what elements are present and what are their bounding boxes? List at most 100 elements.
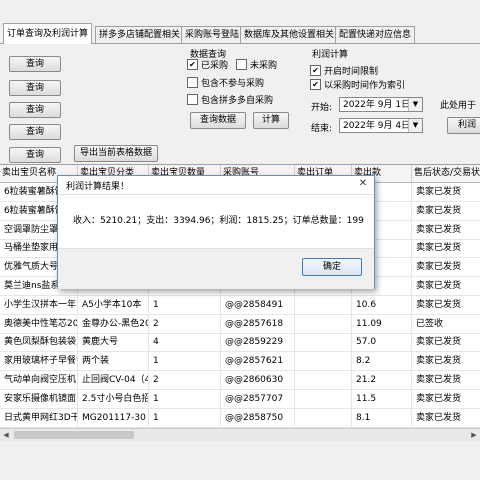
- checkbox-icon: [187, 77, 198, 88]
- include-pdd-self-checkbox[interactable]: 包含拼多多自采购: [187, 94, 273, 108]
- dialog-message: 收入：5210.21；支出：3394.96；利润：1815.25；订单总数量：1…: [73, 216, 364, 226]
- dropdown-arrow-icon[interactable]: ▼: [408, 98, 422, 111]
- cell-status: 卖家已发货: [412, 277, 480, 295]
- profit-button[interactable]: 利润: [447, 117, 480, 134]
- cell-spec: A5小学本10本: [78, 295, 149, 314]
- cell-order: [295, 389, 352, 408]
- enable-time-limit-checkbox[interactable]: ✔ 开启时间限制: [310, 65, 378, 79]
- enable-time-limit-label: 开启时间限制: [324, 67, 379, 77]
- cell-account: @@2858750: [221, 408, 295, 427]
- tab-bar: 订单查询及利润计算 拼多多店铺配置相关 采购账号登陆 数据库及其他设置相关 配置…: [0, 23, 480, 44]
- table-row[interactable]: 日式黄甲网红3D干 MG201117-30 1 @@2858750 8.1 卖家已发货: [0, 408, 480, 428]
- tab-order-query[interactable]: 订单查询及利润计算: [3, 23, 93, 44]
- close-icon[interactable]: ✕: [356, 178, 370, 190]
- table-row[interactable]: 家用玻璃杯子早餐 两个装 1 @@2857621 8.2 卖家已发货: [0, 352, 480, 372]
- cell-name: 家用玻璃杯子早餐: [0, 352, 78, 371]
- dropdown-arrow-icon[interactable]: ▼: [408, 119, 422, 132]
- header-status[interactable]: 售后状态/交易状态: [412, 165, 480, 182]
- purchased-label: 已采购: [201, 61, 229, 71]
- ok-button[interactable]: 确定: [302, 258, 362, 276]
- table-row[interactable]: 安家乐摄像机镜面 2.5寸小号白色招 1 @@2857707 11.5 卖家已发货: [0, 389, 480, 409]
- cell-order: [295, 333, 352, 352]
- bottom-panel: [0, 441, 480, 480]
- cell-status: 卖家已发货: [412, 352, 480, 370]
- cell-amount: 8.2: [352, 352, 412, 371]
- purchase-time-index-checkbox[interactable]: ✔ 以采购时间作为索引: [310, 79, 405, 93]
- cell-spec: 黄鹿大号: [78, 333, 149, 352]
- cell-name: 日式黄甲网红3D干: [0, 408, 78, 427]
- query-data-button[interactable]: 查询数据: [190, 112, 246, 129]
- checkbox-icon: [187, 94, 198, 105]
- cell-order: [295, 408, 352, 427]
- scroll-thumb[interactable]: [14, 431, 134, 439]
- purchased-checkbox[interactable]: ✔ 已采购: [187, 59, 228, 73]
- end-date-value: 2022年 9月 4日: [343, 121, 411, 131]
- cell-status: 卖家已发货: [412, 258, 480, 276]
- not-purchased-checkbox[interactable]: 未采购: [236, 59, 277, 73]
- cell-status: 已签收: [412, 315, 480, 333]
- cell-account: @@2859229: [221, 333, 295, 352]
- cell-status: 卖家已发货: [412, 409, 480, 427]
- cell-account: @@2857707: [221, 389, 295, 408]
- cell-status: 卖家已发货: [412, 183, 480, 201]
- end-date-label: 结束:: [311, 124, 333, 134]
- cell-name: 黄色凤梨酥包装袋: [0, 333, 78, 352]
- include-pdd-self-label: 包含拼多多自采购: [201, 96, 274, 106]
- profit-calc-title: 利润计算: [312, 50, 349, 60]
- tab-purchase-login[interactable]: 采购账号登陆: [181, 26, 244, 43]
- cell-status: 卖家已发货: [412, 239, 480, 257]
- cell-account: @@2860630: [221, 371, 295, 389]
- cell-status: 卖家已发货: [412, 333, 480, 351]
- end-date-picker[interactable]: 2022年 9月 4日 ▼: [339, 118, 423, 133]
- cell-name: 小学生汉拼本一年: [0, 295, 78, 314]
- dialog-titlebar: 利润计算结果！ ✕: [58, 176, 374, 195]
- query-button-2[interactable]: 查询: [9, 80, 61, 96]
- cell-spec: 止回阀CV-04（4: [78, 371, 149, 389]
- cell-account: @@2857618: [221, 314, 295, 333]
- cell-status: 卖家已发货: [412, 202, 480, 220]
- query-button-4[interactable]: 查询: [9, 124, 61, 140]
- table-row[interactable]: 奥德美中性笔芯20 金尊办公-黑色20 2 @@2857618 11.09 已签收: [0, 314, 480, 334]
- query-button-5[interactable]: 查询: [9, 147, 61, 163]
- cell-account: @@2858491: [221, 295, 295, 314]
- start-date-label: 开始:: [311, 103, 333, 113]
- start-date-picker[interactable]: 2022年 9月 1日 ▼: [339, 97, 423, 112]
- cell-qty: 4: [149, 333, 221, 352]
- cell-amount: 57.0: [352, 333, 412, 352]
- tab-express-config[interactable]: 配置快递对应信息: [335, 26, 416, 43]
- tab-database-settings[interactable]: 数据库及其他设置相关: [240, 26, 339, 43]
- cell-amount: 11.09: [352, 314, 412, 333]
- table-row[interactable]: 气动单向阀空压机 止回阀CV-04（4 2 @@2860630 21.2 卖家已发货: [0, 371, 480, 390]
- cell-account: @@2857621: [221, 352, 295, 371]
- table-row[interactable]: 小学生汉拼本一年 A5小学本10本 1 @@2858491 10.6 卖家已发货: [0, 295, 480, 315]
- table-row[interactable]: 黄色凤梨酥包装袋 黄鹿大号 4 @@2859229 57.0 卖家已发货: [0, 333, 480, 353]
- export-table-button[interactable]: 导出当前表格数据: [74, 145, 158, 162]
- query-button-3[interactable]: 查询: [9, 102, 61, 118]
- cell-qty: 2: [149, 371, 221, 389]
- cell-order: [295, 352, 352, 371]
- checkbox-icon: [236, 59, 247, 70]
- calculate-button[interactable]: 计算: [253, 112, 289, 129]
- cell-name: 气动单向阀空压机: [0, 371, 78, 389]
- include-non-purchase-label: 包含不参与采购: [201, 79, 265, 89]
- cell-status: 卖家已发货: [412, 296, 480, 314]
- include-non-purchase-checkbox[interactable]: 包含不参与采购: [187, 77, 264, 91]
- horizontal-scrollbar[interactable]: ◀ ▶: [0, 428, 480, 442]
- query-button-1[interactable]: 查询: [9, 56, 61, 72]
- cell-status: 卖家已发货: [412, 371, 480, 389]
- cell-name: 奥德美中性笔芯20: [0, 314, 78, 333]
- tab-pdd-store-config[interactable]: 拼多多店铺配置相关: [95, 26, 185, 43]
- cell-spec: 两个装: [78, 352, 149, 371]
- cell-order: [295, 295, 352, 314]
- cell-amount: 10.6: [352, 295, 412, 314]
- cell-spec: 2.5寸小号白色招: [78, 389, 149, 408]
- cell-spec: 金尊办公-黑色20: [78, 314, 149, 333]
- cell-status: 卖家已发货: [412, 390, 480, 408]
- cell-order: [295, 314, 352, 333]
- cell-amount: 21.2: [352, 371, 412, 389]
- cell-qty: 1: [149, 352, 221, 371]
- purchase-time-index-label: 以采购时间作为索引: [324, 81, 406, 91]
- cell-qty: 1: [149, 295, 221, 314]
- profit-result-dialog: 利润计算结果！ ✕ 收入：5210.21；支出：3394.96；利润：1815.…: [57, 175, 375, 289]
- right-note: 此处用于: [440, 101, 477, 111]
